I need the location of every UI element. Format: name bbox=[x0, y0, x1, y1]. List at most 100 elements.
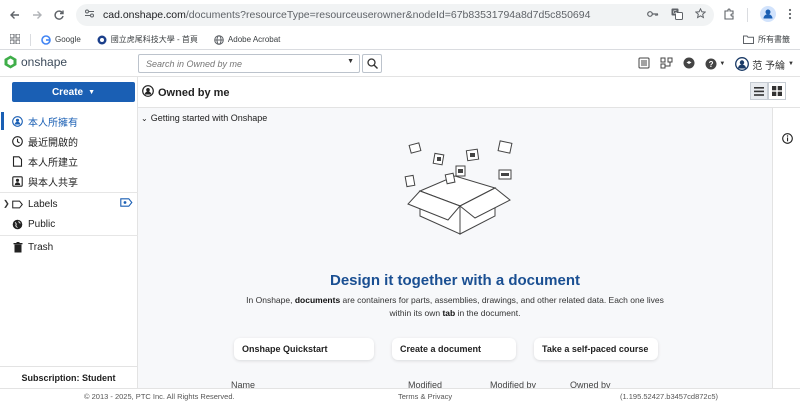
user-avatar-icon bbox=[735, 57, 750, 71]
trash-icon bbox=[12, 241, 23, 253]
bookmark-google[interactable]: Google bbox=[41, 34, 81, 45]
user-name: 范 予綸 bbox=[752, 60, 786, 72]
documents-box-illustration bbox=[404, 140, 513, 235]
address-bar[interactable]: cad.onshape.com/documents?resourceType=r… bbox=[76, 4, 714, 26]
search-input[interactable] bbox=[146, 58, 346, 69]
apps-grid-icon[interactable] bbox=[9, 33, 21, 46]
grid-view-button[interactable] bbox=[768, 82, 786, 100]
all-bookmarks-label: 所有書籤 bbox=[758, 35, 790, 44]
all-bookmarks[interactable]: 所有書籤 bbox=[743, 34, 790, 45]
sidebar-item-owned-by-me[interactable]: 本人所擁有 bbox=[0, 111, 138, 131]
manage-labels-icon[interactable] bbox=[120, 198, 133, 210]
user-circle-icon bbox=[12, 115, 23, 127]
learning-center-icon[interactable] bbox=[683, 57, 695, 72]
forward-icon[interactable] bbox=[26, 4, 48, 26]
search-field[interactable]: ▼ bbox=[138, 54, 360, 73]
grid-view-icon bbox=[772, 86, 782, 96]
create-button[interactable]: Create ▼ bbox=[12, 82, 135, 102]
documents-table-header: Name Modified Modified by Owned by bbox=[138, 380, 772, 388]
browser-toolbar: cad.onshape.com/documents?resourceType=r… bbox=[0, 0, 800, 30]
profile-avatar-icon[interactable] bbox=[760, 5, 776, 25]
expand-caret-icon[interactable]: ❯ bbox=[3, 199, 10, 208]
self-paced-course-card[interactable]: Take a self-paced course bbox=[534, 338, 658, 360]
sidebar-item-label: 本人所建立 bbox=[28, 157, 78, 169]
copyright-text: © 2013 - 2025, PTC Inc. All Rights Reser… bbox=[84, 392, 235, 401]
getting-started-toggle[interactable]: ⌄ Getting started with Onshape bbox=[141, 113, 267, 123]
page-footer: © 2013 - 2025, PTC Inc. All Rights Reser… bbox=[0, 388, 800, 403]
card-label: Take a self-paced course bbox=[542, 344, 649, 354]
sidebar-item-created-by-me[interactable]: 本人所建立 bbox=[0, 151, 138, 171]
document-icon bbox=[12, 155, 23, 167]
url-path: /documents?resourceType=resourceuserowne… bbox=[185, 9, 591, 21]
bookmark-nfu[interactable]: 國立虎尾科技大學 - 首頁 bbox=[97, 34, 198, 45]
create-caret-icon: ▼ bbox=[88, 88, 96, 96]
list-view-button[interactable] bbox=[750, 82, 768, 100]
google-icon bbox=[41, 34, 51, 45]
sidebar-item-label: Trash bbox=[28, 241, 54, 253]
create-document-card[interactable]: Create a document bbox=[392, 338, 516, 360]
sidebar-item-label: 本人所擁有 bbox=[28, 117, 78, 129]
list-view-icon bbox=[754, 86, 764, 96]
user-menu[interactable]: 范 予綸 ▼ bbox=[735, 57, 794, 72]
notifications-list-icon[interactable] bbox=[638, 57, 650, 72]
svg-text:G: G bbox=[673, 10, 677, 16]
column-name[interactable]: Name bbox=[231, 380, 255, 388]
bookmark-label: Adobe Acrobat bbox=[227, 35, 281, 44]
chrome-menu-icon[interactable] bbox=[788, 8, 792, 23]
left-sidebar: Create ▼ 本人所擁有 最近開啟的 本人所建立 與本人共享 ❯ Label… bbox=[0, 77, 138, 388]
bookmark-star-icon[interactable] bbox=[694, 7, 707, 22]
column-modified[interactable]: Modified bbox=[408, 380, 442, 388]
url-text[interactable]: cad.onshape.com/documents?resourceType=r… bbox=[103, 9, 590, 21]
user-circle-icon bbox=[142, 85, 154, 100]
onshape-logo[interactable]: onshape bbox=[4, 55, 67, 69]
sidebar-item-label: 最近開啟的 bbox=[28, 137, 78, 149]
app-header: onshape ▼ ? ▼ 范 予綸 ▼ bbox=[0, 51, 800, 77]
bookmark-label: Google bbox=[55, 35, 81, 44]
card-label: Onshape Quickstart bbox=[242, 344, 328, 354]
sidebar-item-labels[interactable]: ❯ Labels bbox=[0, 194, 138, 214]
collapse-chevron-icon: ⌄ bbox=[141, 113, 148, 123]
quickstart-card[interactable]: Onshape Quickstart bbox=[234, 338, 374, 360]
globe-icon bbox=[214, 34, 224, 45]
sidebar-item-public[interactable]: Public bbox=[0, 214, 138, 234]
main-content: ⌄ Getting started with Onshape Design it… bbox=[138, 108, 772, 388]
url-host: cad.onshape.com bbox=[103, 9, 186, 21]
clock-icon bbox=[12, 135, 23, 147]
hero-description: In Onshape, documents are containers for… bbox=[246, 295, 664, 318]
university-icon bbox=[97, 35, 107, 44]
column-owned-by[interactable]: Owned by bbox=[570, 380, 611, 388]
sidebar-item-label: Public bbox=[28, 218, 56, 230]
column-modified-by[interactable]: Modified by bbox=[490, 380, 536, 388]
help-icon[interactable]: ? ▼ bbox=[705, 58, 725, 70]
globe-icon bbox=[12, 219, 23, 230]
search-button[interactable] bbox=[362, 54, 382, 73]
key-icon[interactable] bbox=[647, 9, 659, 22]
onshape-logo-icon bbox=[4, 55, 17, 69]
translate-icon[interactable]: G bbox=[671, 8, 683, 23]
back-icon[interactable] bbox=[4, 4, 26, 26]
bookmark-acrobat[interactable]: Adobe Acrobat bbox=[214, 34, 281, 45]
svg-text:?: ? bbox=[709, 60, 714, 69]
terms-privacy-link[interactable]: Terms & Privacy bbox=[398, 392, 452, 401]
section-toggle-label: Getting started with Onshape bbox=[150, 113, 268, 123]
card-label: Create a document bbox=[400, 344, 482, 354]
extensions-icon[interactable] bbox=[723, 7, 735, 23]
sidebar-item-trash[interactable]: Trash bbox=[0, 237, 138, 257]
subscription-status[interactable]: Subscription: Student bbox=[0, 366, 137, 388]
site-info-icon[interactable] bbox=[84, 8, 95, 22]
reload-icon[interactable] bbox=[48, 4, 70, 26]
bookmarks-bar: Google 國立虎尾科技大學 - 首頁 Adobe Acrobat 所有書籤 bbox=[0, 30, 800, 50]
info-icon[interactable] bbox=[782, 133, 793, 147]
page-title: Owned by me bbox=[158, 86, 230, 99]
folder-icon bbox=[743, 35, 754, 44]
content-header: Owned by me bbox=[138, 77, 800, 108]
workspace-tree-icon[interactable] bbox=[660, 57, 673, 72]
sidebar-item-label: Labels bbox=[28, 198, 58, 210]
sidebar-item-recently-opened[interactable]: 最近開啟的 bbox=[0, 131, 138, 151]
search-scope-caret-icon[interactable]: ▼ bbox=[347, 58, 354, 65]
sidebar-item-shared-with-me[interactable]: 與本人共享 bbox=[0, 171, 138, 191]
label-tag-icon bbox=[12, 199, 23, 210]
sidebar-item-label: 與本人共享 bbox=[28, 177, 78, 189]
hero-title: Design it together with a document bbox=[329, 272, 580, 289]
logo-text: onshape bbox=[21, 55, 68, 69]
